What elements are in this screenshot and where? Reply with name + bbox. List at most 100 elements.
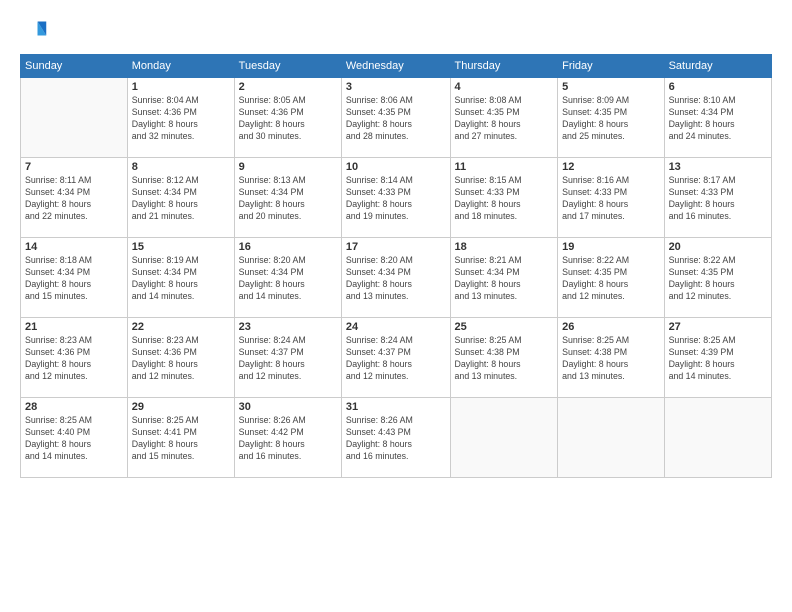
day-info: Sunrise: 8:23 AMSunset: 4:36 PMDaylight:…	[25, 335, 123, 383]
day-number: 20	[669, 241, 767, 253]
logo-area	[20, 18, 52, 46]
day-number: 25	[455, 321, 554, 333]
day-number: 11	[455, 161, 554, 173]
day-info: Sunrise: 8:16 AMSunset: 4:33 PMDaylight:…	[562, 175, 659, 223]
calendar-cell: 26 Sunrise: 8:25 AMSunset: 4:38 PMDayligh…	[558, 318, 664, 398]
day-number: 19	[562, 241, 659, 253]
header-day-tuesday: Tuesday	[234, 55, 341, 78]
week-row-2: 14 Sunrise: 8:18 AMSunset: 4:34 PMDayligh…	[21, 238, 772, 318]
day-number: 9	[239, 161, 337, 173]
calendar-table: SundayMondayTuesdayWednesdayThursdayFrid…	[20, 54, 772, 478]
day-number: 7	[25, 161, 123, 173]
day-info: Sunrise: 8:06 AMSunset: 4:35 PMDaylight:…	[346, 95, 446, 143]
header-day-saturday: Saturday	[664, 55, 771, 78]
day-info: Sunrise: 8:08 AMSunset: 4:35 PMDaylight:…	[455, 95, 554, 143]
calendar-cell: 3 Sunrise: 8:06 AMSunset: 4:35 PMDaylight…	[341, 78, 450, 158]
day-info: Sunrise: 8:25 AMSunset: 4:38 PMDaylight:…	[455, 335, 554, 383]
calendar-cell: 4 Sunrise: 8:08 AMSunset: 4:35 PMDaylight…	[450, 78, 558, 158]
calendar-header: SundayMondayTuesdayWednesdayThursdayFrid…	[21, 55, 772, 78]
header-row: SundayMondayTuesdayWednesdayThursdayFrid…	[21, 55, 772, 78]
day-number: 18	[455, 241, 554, 253]
day-info: Sunrise: 8:24 AMSunset: 4:37 PMDaylight:…	[239, 335, 337, 383]
day-number: 27	[669, 321, 767, 333]
day-info: Sunrise: 8:13 AMSunset: 4:34 PMDaylight:…	[239, 175, 337, 223]
week-row-3: 21 Sunrise: 8:23 AMSunset: 4:36 PMDayligh…	[21, 318, 772, 398]
day-info: Sunrise: 8:25 AMSunset: 4:38 PMDaylight:…	[562, 335, 659, 383]
day-number: 15	[132, 241, 230, 253]
day-info: Sunrise: 8:15 AMSunset: 4:33 PMDaylight:…	[455, 175, 554, 223]
calendar-cell: 19 Sunrise: 8:22 AMSunset: 4:35 PMDayligh…	[558, 238, 664, 318]
day-number: 24	[346, 321, 446, 333]
day-info: Sunrise: 8:19 AMSunset: 4:34 PMDaylight:…	[132, 255, 230, 303]
day-number: 6	[669, 81, 767, 93]
day-info: Sunrise: 8:17 AMSunset: 4:33 PMDaylight:…	[669, 175, 767, 223]
day-number: 31	[346, 401, 446, 413]
day-info: Sunrise: 8:26 AMSunset: 4:42 PMDaylight:…	[239, 415, 337, 463]
calendar-cell: 6 Sunrise: 8:10 AMSunset: 4:34 PMDaylight…	[664, 78, 771, 158]
day-number: 13	[669, 161, 767, 173]
calendar-cell	[664, 398, 771, 478]
day-info: Sunrise: 8:10 AMSunset: 4:34 PMDaylight:…	[669, 95, 767, 143]
calendar-cell: 25 Sunrise: 8:25 AMSunset: 4:38 PMDayligh…	[450, 318, 558, 398]
calendar-cell	[21, 78, 128, 158]
calendar-cell: 11 Sunrise: 8:15 AMSunset: 4:33 PMDayligh…	[450, 158, 558, 238]
day-info: Sunrise: 8:11 AMSunset: 4:34 PMDaylight:…	[25, 175, 123, 223]
calendar-cell: 20 Sunrise: 8:22 AMSunset: 4:35 PMDayligh…	[664, 238, 771, 318]
day-number: 30	[239, 401, 337, 413]
logo-icon	[20, 18, 48, 46]
day-number: 3	[346, 81, 446, 93]
calendar-cell: 2Sunrise: 8:05 AMSunset: 4:36 PMDaylight…	[234, 78, 341, 158]
day-number: 10	[346, 161, 446, 173]
calendar-cell: 18 Sunrise: 8:21 AMSunset: 4:34 PMDayligh…	[450, 238, 558, 318]
day-number: 12	[562, 161, 659, 173]
day-number: 21	[25, 321, 123, 333]
day-number: 28	[25, 401, 123, 413]
day-info: Sunrise: 8:22 AMSunset: 4:35 PMDaylight:…	[669, 255, 767, 303]
header-day-sunday: Sunday	[21, 55, 128, 78]
day-number: 23	[239, 321, 337, 333]
week-row-1: 7 Sunrise: 8:11 AMSunset: 4:34 PMDaylight…	[21, 158, 772, 238]
calendar-cell: 24Sunrise: 8:24 AMSunset: 4:37 PMDayligh…	[341, 318, 450, 398]
day-info: Sunrise: 8:18 AMSunset: 4:34 PMDaylight:…	[25, 255, 123, 303]
calendar-cell: 13 Sunrise: 8:17 AMSunset: 4:33 PMDayligh…	[664, 158, 771, 238]
calendar-cell: 5Sunrise: 8:09 AMSunset: 4:35 PMDaylight…	[558, 78, 664, 158]
day-info: Sunrise: 8:23 AMSunset: 4:36 PMDaylight:…	[132, 335, 230, 383]
calendar-cell	[558, 398, 664, 478]
calendar-cell: 14 Sunrise: 8:18 AMSunset: 4:34 PMDayligh…	[21, 238, 128, 318]
day-number: 4	[455, 81, 554, 93]
week-row-4: 28Sunrise: 8:25 AMSunset: 4:40 PMDayligh…	[21, 398, 772, 478]
calendar-cell: 10 Sunrise: 8:14 AMSunset: 4:33 PMDayligh…	[341, 158, 450, 238]
day-info: Sunrise: 8:20 AMSunset: 4:34 PMDaylight:…	[346, 255, 446, 303]
calendar-cell: 12 Sunrise: 8:16 AMSunset: 4:33 PMDayligh…	[558, 158, 664, 238]
day-info: Sunrise: 8:20 AMSunset: 4:34 PMDaylight:…	[239, 255, 337, 303]
calendar-cell: 9 Sunrise: 8:13 AMSunset: 4:34 PMDaylight…	[234, 158, 341, 238]
day-info: Sunrise: 8:22 AMSunset: 4:35 PMDaylight:…	[562, 255, 659, 303]
calendar-cell: 15 Sunrise: 8:19 AMSunset: 4:34 PMDayligh…	[127, 238, 234, 318]
calendar-body: 1Sunrise: 8:04 AMSunset: 4:36 PMDaylight…	[21, 78, 772, 478]
day-number: 16	[239, 241, 337, 253]
header-day-wednesday: Wednesday	[341, 55, 450, 78]
day-info: Sunrise: 8:25 AMSunset: 4:41 PMDaylight:…	[132, 415, 230, 463]
day-number: 1	[132, 81, 230, 93]
day-number: 17	[346, 241, 446, 253]
day-number: 2	[239, 81, 337, 93]
day-info: Sunrise: 8:21 AMSunset: 4:34 PMDaylight:…	[455, 255, 554, 303]
day-info: Sunrise: 8:09 AMSunset: 4:35 PMDaylight:…	[562, 95, 659, 143]
calendar-cell: 28Sunrise: 8:25 AMSunset: 4:40 PMDayligh…	[21, 398, 128, 478]
day-info: Sunrise: 8:25 AMSunset: 4:39 PMDaylight:…	[669, 335, 767, 383]
calendar-cell: 17 Sunrise: 8:20 AMSunset: 4:34 PMDayligh…	[341, 238, 450, 318]
day-number: 14	[25, 241, 123, 253]
header	[20, 18, 772, 46]
day-number: 29	[132, 401, 230, 413]
calendar-cell	[450, 398, 558, 478]
week-row-0: 1Sunrise: 8:04 AMSunset: 4:36 PMDaylight…	[21, 78, 772, 158]
calendar-cell: 29 Sunrise: 8:25 AMSunset: 4:41 PMDayligh…	[127, 398, 234, 478]
header-day-monday: Monday	[127, 55, 234, 78]
calendar-cell: 23 Sunrise: 8:24 AMSunset: 4:37 PMDayligh…	[234, 318, 341, 398]
calendar-cell: 30 Sunrise: 8:26 AMSunset: 4:42 PMDayligh…	[234, 398, 341, 478]
day-number: 26	[562, 321, 659, 333]
calendar-cell: 1Sunrise: 8:04 AMSunset: 4:36 PMDaylight…	[127, 78, 234, 158]
day-number: 22	[132, 321, 230, 333]
day-info: Sunrise: 8:14 AMSunset: 4:33 PMDaylight:…	[346, 175, 446, 223]
calendar-cell: 27 Sunrise: 8:25 AMSunset: 4:39 PMDayligh…	[664, 318, 771, 398]
